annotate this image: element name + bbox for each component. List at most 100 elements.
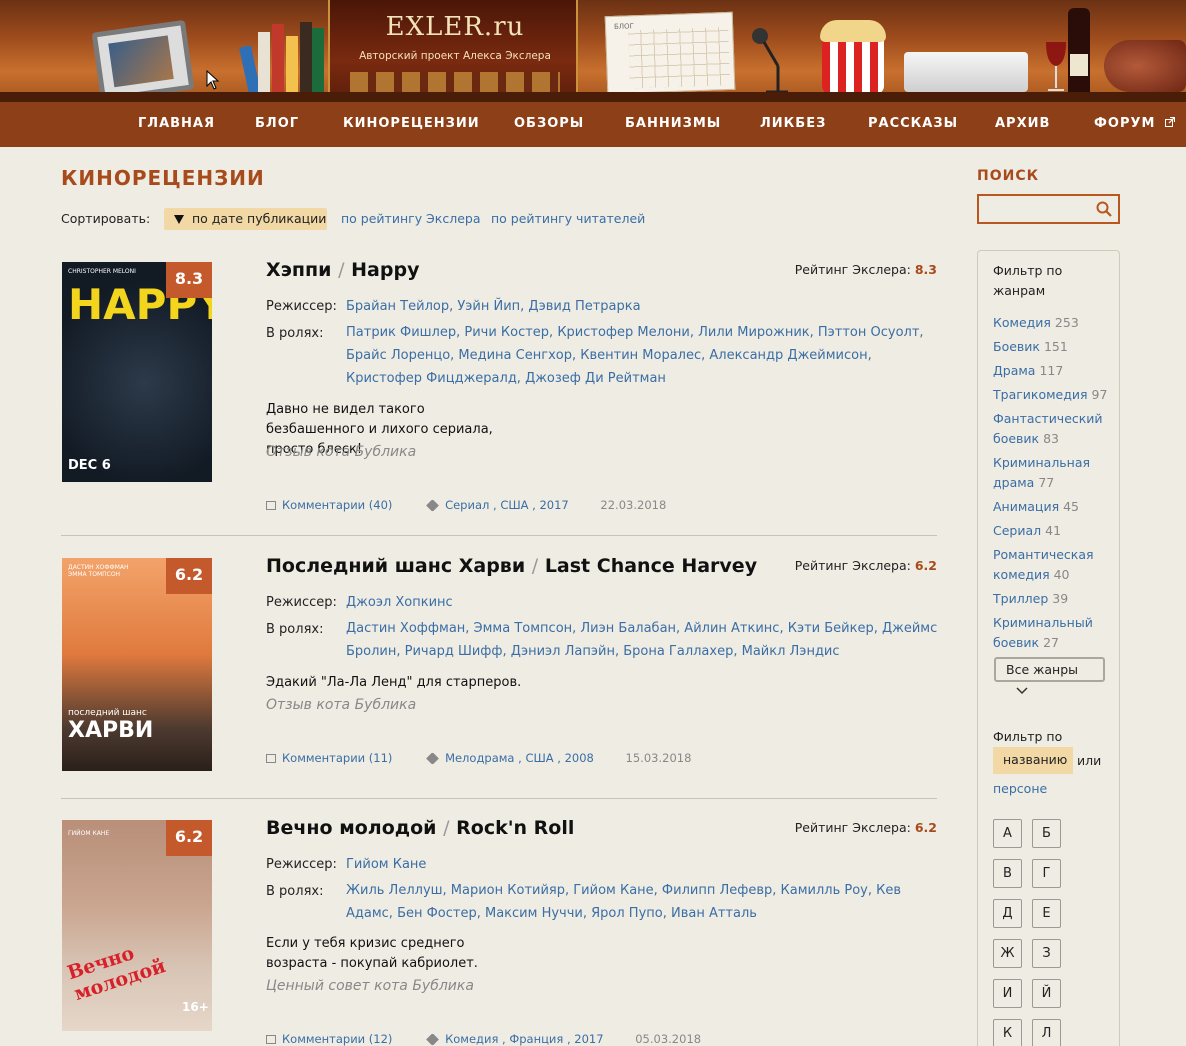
nav-item-stories[interactable]: РАССКАЗЫ bbox=[868, 116, 958, 131]
cast-links[interactable]: Дастин Хоффман, Эмма Томпсон, Лиэн Балаб… bbox=[346, 617, 938, 663]
genre-link[interactable]: Сериал bbox=[445, 498, 489, 512]
search-input[interactable] bbox=[983, 200, 1091, 218]
cast-label: В ролях: bbox=[266, 326, 324, 341]
review-signature: Ценный совет кота Бублика bbox=[266, 978, 474, 994]
genre-link[interactable]: Драма 117 bbox=[993, 361, 1113, 381]
movie-poster[interactable]: ДАСТИН ХОФФМАН ЭММА ТОМПСОН последний ша… bbox=[62, 558, 212, 771]
publish-date: 22.03.2018 bbox=[600, 498, 667, 512]
comments-icon bbox=[266, 1035, 276, 1044]
review-title[interactable]: Последний шанс Харви / Last Chance Harve… bbox=[266, 555, 757, 577]
letter-button[interactable]: К bbox=[993, 1019, 1022, 1046]
ham-image bbox=[1104, 40, 1186, 92]
header-banner: EXLER.ru Авторский проект Алекса Экслера… bbox=[0, 0, 1186, 102]
genre-link[interactable]: Романтическая комедия 40 bbox=[993, 545, 1113, 585]
exler-rating-label: Рейтинг Экслера: bbox=[794, 558, 915, 573]
director-label: Режиссер: bbox=[266, 299, 337, 314]
sort-option-reader-rating[interactable]: по рейтингу читателей bbox=[491, 211, 645, 226]
letter-button[interactable]: Е bbox=[1032, 899, 1061, 928]
director-links[interactable]: Брайан Тейлор, Уэйн Йип, Дэвид Петрарка bbox=[346, 295, 938, 318]
site-logo[interactable]: EXLER.ru Авторский проект Алекса Экслера bbox=[328, 0, 578, 102]
genre-count: 40 bbox=[1053, 567, 1070, 582]
director-links[interactable]: Гийом Кане bbox=[346, 853, 938, 876]
sort-option-date[interactable]: по дате публикации bbox=[164, 208, 327, 230]
review-signature: Отзыв кота Бублика bbox=[266, 697, 417, 713]
genre-name: Боевик bbox=[993, 339, 1040, 354]
calendar-image: БЛОГ bbox=[604, 11, 736, 95]
letter-button[interactable]: Л bbox=[1032, 1019, 1061, 1046]
nav-item-likbez[interactable]: ЛИКБЕЗ bbox=[760, 116, 826, 131]
tag-icon bbox=[426, 752, 439, 765]
nav-item-reviews[interactable]: КИНОРЕЦЕНЗИИ bbox=[343, 116, 480, 131]
review-title[interactable]: Хэппи / Happy bbox=[266, 259, 419, 281]
genre-link[interactable]: Криминальный боевик 27 bbox=[993, 613, 1113, 653]
comments-link[interactable]: Комментарии (40) bbox=[282, 498, 392, 512]
chevron-down-icon[interactable] bbox=[1016, 687, 1028, 695]
or-text: или bbox=[1077, 753, 1102, 768]
letter-button[interactable]: З bbox=[1032, 939, 1061, 968]
poster-age: 16+ bbox=[182, 1000, 209, 1014]
genre-link[interactable]: Комедия 253 bbox=[993, 313, 1113, 333]
genre-link[interactable]: Трагикомедия 97 bbox=[993, 385, 1113, 405]
genre-link[interactable]: Комедия bbox=[445, 1032, 498, 1046]
review-signature: Отзыв кота Бублика bbox=[266, 444, 417, 460]
page-title: КИНОРЕЦЕНЗИИ bbox=[61, 166, 265, 190]
genre-link[interactable]: Сериал 41 bbox=[993, 521, 1113, 541]
poster-date: DEC 6 bbox=[68, 458, 111, 473]
letter-button[interactable]: А bbox=[993, 819, 1022, 848]
letter-button[interactable]: Г bbox=[1032, 859, 1061, 888]
movie-poster[interactable]: CHRISTOPHER MELONI HAPPY! DEC 6 8.3 bbox=[62, 262, 212, 482]
year-link[interactable]: 2008 bbox=[565, 751, 594, 765]
filter-by-name-option[interactable]: названию bbox=[993, 747, 1073, 774]
genre-link[interactable]: Анимация 45 bbox=[993, 497, 1113, 517]
filter-by-person-option[interactable]: персоне bbox=[993, 781, 1047, 796]
genre-link[interactable]: Фантастический боевик 83 bbox=[993, 409, 1113, 449]
search-icon[interactable] bbox=[1096, 201, 1112, 217]
wine-bottle-image bbox=[1068, 8, 1090, 94]
genre-link[interactable]: Триллер 39 bbox=[993, 589, 1113, 609]
cast-links[interactable]: Жиль Леллуш, Марион Котийяр, Гийом Кане,… bbox=[346, 879, 938, 925]
sort-option-exler-rating[interactable]: по рейтингу Экслера bbox=[341, 211, 480, 226]
country-link[interactable]: США bbox=[500, 498, 528, 512]
nav-item-archive[interactable]: АРХИВ bbox=[995, 116, 1050, 131]
review-meta: Комментарии (11) Мелодрама , США , 2008 … bbox=[266, 751, 691, 765]
comments-link[interactable]: Комментарии (11) bbox=[282, 751, 392, 765]
genre-link[interactable]: Криминальная драма 77 bbox=[993, 453, 1113, 493]
letter-button[interactable]: В bbox=[993, 859, 1022, 888]
rating-badge: 8.3 bbox=[166, 262, 212, 298]
search-title: ПОИСК bbox=[977, 168, 1040, 184]
genre-link[interactable]: Мелодрама bbox=[445, 751, 514, 765]
logo-tagline: Авторский проект Алекса Экслера bbox=[359, 50, 551, 62]
year-link[interactable]: 2017 bbox=[539, 498, 568, 512]
nav-item-overviews[interactable]: ОБЗОРЫ bbox=[514, 116, 584, 131]
external-link-icon bbox=[1164, 117, 1175, 127]
director-links[interactable]: Джоэл Хопкинс bbox=[346, 591, 938, 614]
movie-poster[interactable]: ГИЙОМ КАНЕ Вечно молодой 16+ 6.2 bbox=[62, 820, 212, 1031]
letter-button[interactable]: Д bbox=[993, 899, 1022, 928]
title-en: Rock'n Roll bbox=[456, 817, 575, 839]
year-link[interactable]: 2017 bbox=[574, 1032, 603, 1046]
nav-item-bannisms[interactable]: БАННИЗМЫ bbox=[625, 116, 721, 131]
genre-count: 45 bbox=[1063, 499, 1079, 514]
genre-count: 77 bbox=[1038, 475, 1055, 490]
nav-item-home[interactable]: ГЛАВНАЯ bbox=[138, 116, 215, 131]
review-title[interactable]: Вечно молодой / Rock'n Roll bbox=[266, 817, 574, 839]
country-link[interactable]: США bbox=[525, 751, 553, 765]
letter-button[interactable]: Й bbox=[1032, 979, 1061, 1008]
comments-link[interactable]: Комментарии (12) bbox=[282, 1032, 392, 1046]
letter-button[interactable]: И bbox=[993, 979, 1022, 1008]
divider bbox=[61, 535, 937, 536]
tag-icon bbox=[426, 499, 439, 512]
photo-frame-image bbox=[91, 19, 195, 102]
nav-item-blog[interactable]: БЛОГ bbox=[255, 116, 299, 131]
letter-button[interactable]: Ж bbox=[993, 939, 1022, 968]
cast-links[interactable]: Патрик Фишлер, Ричи Костер, Кристофер Ме… bbox=[346, 321, 938, 390]
title-en: Happy bbox=[351, 259, 420, 281]
title-separator: / bbox=[531, 555, 539, 577]
all-genres-button[interactable]: Все жанры bbox=[994, 657, 1105, 682]
letter-button[interactable]: Б bbox=[1032, 819, 1061, 848]
genre-link[interactable]: Боевик 151 bbox=[993, 337, 1113, 357]
country-link[interactable]: Франция bbox=[509, 1032, 563, 1046]
tag-icon bbox=[426, 1033, 439, 1046]
title-separator: / bbox=[338, 259, 345, 281]
nav-item-forum[interactable]: ФОРУМ bbox=[1094, 116, 1175, 131]
